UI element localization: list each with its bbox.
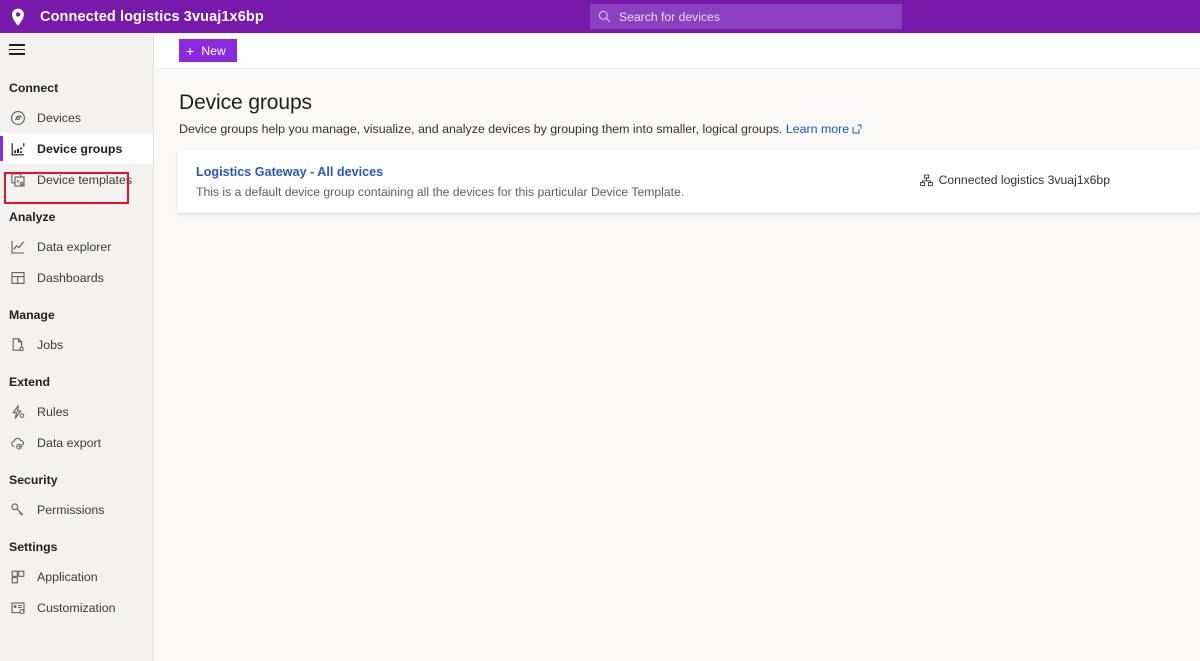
- device-group-description: This is a default device group containin…: [196, 185, 920, 199]
- line-chart-icon: [9, 238, 27, 256]
- sidebar-item-customization[interactable]: Customization: [0, 592, 153, 623]
- app-title: Connected logistics 3vuaj1x6bp: [40, 9, 264, 25]
- customization-icon: [9, 599, 27, 617]
- page-header: Device groups Device groups help you man…: [155, 69, 1200, 137]
- sidebar-item-label: Permissions: [37, 503, 104, 517]
- sidebar-item-application[interactable]: Application: [0, 561, 153, 592]
- sidebar-item-label: Device templates: [37, 173, 132, 187]
- page-description-text: Device groups help you manage, visualize…: [179, 122, 782, 136]
- learn-more-label: Learn more: [786, 122, 849, 136]
- sidebar-item-dashboards[interactable]: Dashboards: [0, 262, 153, 293]
- sidebar-item-data-export[interactable]: Data export: [0, 427, 153, 458]
- sidebar-item-label: Data export: [37, 436, 101, 450]
- sidebar-section-security: Security: [0, 466, 153, 494]
- new-button-label: New: [201, 44, 226, 58]
- hamburger-menu-icon[interactable]: [0, 33, 154, 66]
- search-input[interactable]: Search for devices: [590, 4, 902, 29]
- sidebar-item-device-templates[interactable]: Device templates: [0, 164, 153, 195]
- command-bar: + New: [155, 33, 1200, 69]
- device-group-card[interactable]: Logistics Gateway - All devices This is …: [178, 150, 1200, 213]
- device-group-main: Logistics Gateway - All devices This is …: [196, 163, 920, 199]
- rules-lightning-icon: [9, 403, 27, 421]
- cloud-export-icon: [9, 434, 27, 452]
- sidebar-section-settings: Settings: [0, 533, 153, 561]
- search-placeholder: Search for devices: [619, 10, 720, 24]
- key-icon: [9, 501, 27, 519]
- sidebar-item-label: Devices: [37, 111, 81, 125]
- sidebar-item-jobs[interactable]: Jobs: [0, 329, 153, 360]
- sidebar-item-rules[interactable]: Rules: [0, 396, 153, 427]
- hierarchy-icon: [920, 174, 933, 187]
- sidebar-section-connect: Connect: [0, 74, 153, 102]
- device-templates-icon: [9, 171, 27, 189]
- learn-more-link[interactable]: Learn more: [786, 122, 862, 136]
- sidebar-item-label: Rules: [37, 405, 69, 419]
- main-content: + New Device groups Device groups help y…: [155, 33, 1200, 661]
- device-group-name-link[interactable]: Logistics Gateway - All devices: [196, 165, 383, 179]
- sidebar-item-label: Customization: [37, 601, 116, 615]
- sidebar-item-devices[interactable]: Devices: [0, 102, 153, 133]
- sidebar-item-permissions[interactable]: Permissions: [0, 494, 153, 525]
- sidebar-item-label: Dashboards: [37, 271, 104, 285]
- device-group-template: Connected logistics 3vuaj1x6bp: [920, 173, 1110, 187]
- sidebar-section-manage: Manage: [0, 301, 153, 329]
- sidebar-section-extend: Extend: [0, 368, 153, 396]
- hamburger-bars: [9, 41, 25, 58]
- page-title: Device groups: [179, 91, 1176, 115]
- sidebar-item-label: Device groups: [37, 142, 122, 156]
- sidebar-item-device-groups[interactable]: Device groups: [0, 133, 153, 164]
- sidebar-item-label: Application: [37, 570, 98, 584]
- sidebar-item-label: Data explorer: [37, 240, 111, 254]
- app-header: Connected logistics 3vuaj1x6bp Search fo…: [0, 0, 1200, 33]
- sidebar-section-analyze: Analyze: [0, 203, 153, 231]
- sidebar: Connect Devices Device groups: [0, 33, 154, 661]
- plus-icon: +: [186, 44, 194, 58]
- location-pin-icon: [0, 0, 36, 33]
- device-group-list: Logistics Gateway - All devices This is …: [155, 150, 1200, 213]
- dashboard-grid-icon: [9, 269, 27, 287]
- page-description: Device groups help you manage, visualize…: [179, 122, 1176, 137]
- application-layout-icon: [9, 568, 27, 586]
- search-icon: [598, 10, 616, 24]
- devices-icon: [9, 109, 27, 127]
- device-groups-icon: [9, 140, 27, 158]
- sidebar-item-label: Jobs: [37, 338, 63, 352]
- external-link-icon: [852, 123, 862, 137]
- device-group-template-name: Connected logistics 3vuaj1x6bp: [939, 173, 1110, 187]
- jobs-document-icon: [9, 336, 27, 354]
- new-button[interactable]: + New: [179, 39, 237, 62]
- sidebar-item-data-explorer[interactable]: Data explorer: [0, 231, 153, 262]
